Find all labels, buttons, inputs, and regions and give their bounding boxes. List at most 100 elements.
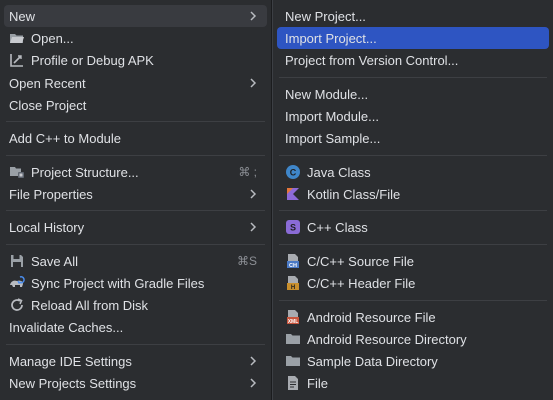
menu-item-new-project[interactable]: New Project... bbox=[277, 5, 549, 27]
save-icon bbox=[9, 253, 25, 269]
reload-icon bbox=[9, 297, 25, 313]
menu-item-profile-debug-apk[interactable]: Profile or Debug APK bbox=[4, 49, 267, 71]
chevron-right-icon bbox=[250, 189, 257, 199]
menu-item-invalidate-caches[interactable]: Invalidate Caches... bbox=[4, 316, 267, 338]
cpp-source-file-icon: CH bbox=[285, 253, 301, 269]
shortcut-save-all: ⌘S bbox=[236, 254, 257, 268]
chevron-right-icon bbox=[250, 78, 257, 88]
cpp-header-file-icon: H bbox=[285, 275, 301, 291]
file-menu: New Open... Profile or Debug APK Open Re… bbox=[0, 0, 272, 400]
menu-item-save-all-label: Save All bbox=[31, 253, 78, 269]
menu-item-project-structure[interactable]: Project Structure... ⌘ ; bbox=[4, 161, 267, 183]
menu-separator bbox=[6, 210, 265, 211]
menu-item-sync-gradle[interactable]: Sync Project with Gradle Files bbox=[4, 272, 267, 294]
menu-item-project-from-vcs-label: Project from Version Control... bbox=[285, 52, 459, 68]
folder-icon bbox=[285, 331, 301, 347]
folder-open-icon bbox=[9, 30, 25, 46]
menu-item-cpp-header-file-label: C/C++ Header File bbox=[307, 275, 416, 291]
menu-item-new-label: New bbox=[9, 8, 36, 24]
menu-item-add-cpp-to-module-label: Add C++ to Module bbox=[9, 130, 122, 146]
menu-item-local-history[interactable]: Local History bbox=[4, 216, 267, 238]
menu-item-import-module-label: Import Module... bbox=[285, 108, 379, 124]
menu-item-manage-ide-settings[interactable]: Manage IDE Settings bbox=[4, 350, 267, 372]
menu-item-import-module[interactable]: Import Module... bbox=[277, 105, 549, 127]
menu-item-kotlin-class-file-label: Kotlin Class/File bbox=[307, 186, 401, 202]
menu-item-close-project-label: Close Project bbox=[9, 97, 87, 113]
menu-item-file-properties-label: File Properties bbox=[9, 186, 93, 202]
menu-item-open-recent-label: Open Recent bbox=[9, 75, 86, 91]
menu-item-add-cpp-to-module[interactable]: Add C++ to Module bbox=[4, 127, 267, 149]
menu-item-reload-from-disk[interactable]: Reload All from Disk bbox=[4, 294, 267, 316]
chevron-right-icon bbox=[250, 222, 257, 232]
menu-item-android-resource-file-label: Android Resource File bbox=[307, 309, 436, 325]
menu-separator bbox=[6, 344, 265, 345]
menu-item-project-structure-label: Project Structure... bbox=[31, 164, 139, 180]
menu-item-local-history-label: Local History bbox=[9, 219, 85, 235]
menu-item-open-recent[interactable]: Open Recent bbox=[4, 72, 267, 94]
menu-item-sample-data-directory[interactable]: Sample Data Directory bbox=[277, 350, 549, 372]
menu-separator bbox=[279, 244, 547, 245]
menu-item-manage-ide-settings-label: Manage IDE Settings bbox=[9, 353, 132, 369]
menu-item-cpp-class-label: C++ Class bbox=[307, 219, 368, 235]
menu-item-new-projects-settings-label: New Projects Settings bbox=[9, 375, 137, 391]
menu-item-cpp-class[interactable]: S C++ Class bbox=[277, 216, 549, 238]
menu-item-cpp-source-file-label: C/C++ Source File bbox=[307, 253, 414, 269]
menu-item-android-resource-directory[interactable]: Android Resource Directory bbox=[277, 328, 549, 350]
menu-item-file-label: File bbox=[307, 375, 328, 391]
menu-item-open-label: Open... bbox=[31, 30, 74, 46]
svg-text:CH: CH bbox=[289, 263, 297, 269]
profile-apk-icon bbox=[9, 52, 25, 68]
menu-item-cpp-header-file[interactable]: H C/C++ Header File bbox=[277, 272, 549, 294]
menu-item-open[interactable]: Open... bbox=[4, 27, 267, 49]
menu-item-file[interactable]: File bbox=[277, 372, 549, 394]
svg-text:S: S bbox=[290, 223, 296, 233]
menu-item-cpp-source-file[interactable]: CH C/C++ Source File bbox=[277, 250, 549, 272]
menu-item-import-project-label: Import Project... bbox=[285, 30, 377, 46]
folder-icon bbox=[285, 353, 301, 369]
kotlin-icon bbox=[285, 186, 301, 202]
chevron-right-icon bbox=[250, 11, 257, 21]
menu-item-kotlin-class-file[interactable]: Kotlin Class/File bbox=[277, 183, 549, 205]
menu-item-project-from-vcs[interactable]: Project from Version Control... bbox=[277, 49, 549, 71]
menu-item-new-projects-settings[interactable]: New Projects Settings bbox=[4, 372, 267, 394]
menu-item-close-project[interactable]: Close Project bbox=[4, 94, 267, 116]
menu-item-profile-debug-apk-label: Profile or Debug APK bbox=[31, 52, 154, 68]
menu-item-java-class[interactable]: C Java Class bbox=[277, 161, 549, 183]
file-icon bbox=[285, 375, 301, 391]
menu-item-java-class-label: Java Class bbox=[307, 164, 371, 180]
chevron-right-icon bbox=[250, 356, 257, 366]
gradle-sync-icon bbox=[9, 275, 25, 291]
menu-item-new-module-label: New Module... bbox=[285, 86, 369, 102]
menu-separator bbox=[279, 77, 547, 78]
cpp-class-icon: S bbox=[285, 219, 301, 235]
menu-separator bbox=[279, 155, 547, 156]
project-structure-icon bbox=[9, 164, 25, 180]
menu-item-android-resource-directory-label: Android Resource Directory bbox=[307, 331, 467, 347]
menu-item-new[interactable]: New bbox=[4, 5, 267, 27]
menu-separator bbox=[6, 155, 265, 156]
svg-text:H: H bbox=[291, 285, 295, 291]
menu-item-new-project-label: New Project... bbox=[285, 8, 366, 24]
menu-item-invalidate-caches-label: Invalidate Caches... bbox=[9, 319, 124, 335]
menu-item-file-properties[interactable]: File Properties bbox=[4, 183, 267, 205]
menu-separator bbox=[6, 121, 265, 122]
chevron-right-icon bbox=[250, 378, 257, 388]
svg-text:C: C bbox=[290, 168, 297, 178]
menu-item-import-sample-label: Import Sample... bbox=[285, 130, 381, 146]
menu-item-sync-gradle-label: Sync Project with Gradle Files bbox=[31, 275, 205, 291]
android-resource-file-icon: XML bbox=[285, 309, 301, 325]
shortcut-project-structure: ⌘ ; bbox=[238, 165, 257, 179]
menu-item-sample-data-directory-label: Sample Data Directory bbox=[307, 353, 438, 369]
menu-item-import-project[interactable]: Import Project... bbox=[277, 27, 549, 49]
new-submenu: New Project... Import Project... Project… bbox=[272, 0, 553, 400]
menu-separator bbox=[279, 300, 547, 301]
java-class-icon: C bbox=[285, 164, 301, 180]
menu-item-save-all[interactable]: Save All ⌘S bbox=[4, 250, 267, 272]
svg-text:XML: XML bbox=[288, 319, 299, 325]
menu-item-new-module[interactable]: New Module... bbox=[277, 83, 549, 105]
menu-item-android-resource-file[interactable]: XML Android Resource File bbox=[277, 306, 549, 328]
menu-separator bbox=[6, 244, 265, 245]
menu-item-import-sample[interactable]: Import Sample... bbox=[277, 127, 549, 149]
menu-item-reload-from-disk-label: Reload All from Disk bbox=[31, 297, 149, 313]
menu-separator bbox=[279, 210, 547, 211]
